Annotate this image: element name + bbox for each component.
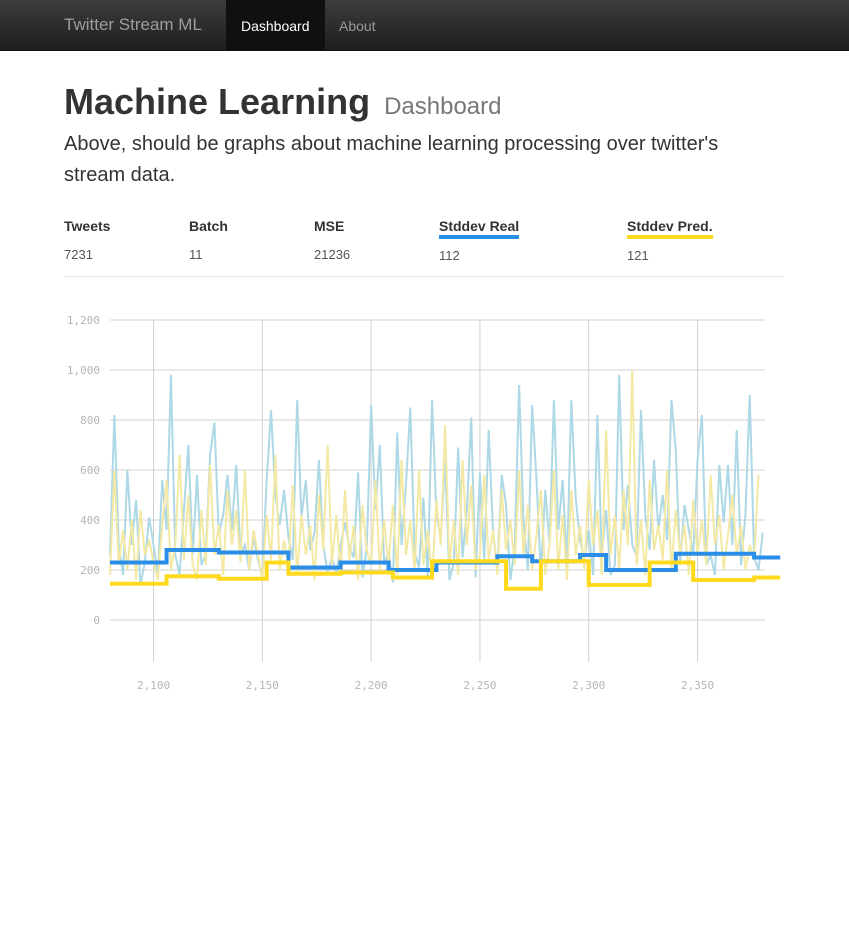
stat-label: Tweets xyxy=(64,218,111,234)
stat-value: 121 xyxy=(627,248,649,263)
x-tick-label: 2,100 xyxy=(137,679,170,692)
divider xyxy=(64,276,784,277)
brand[interactable]: Twitter Stream ML xyxy=(64,15,202,35)
x-tick-label: 2,200 xyxy=(355,679,388,692)
stat-tweets: Tweets 7231 xyxy=(64,218,110,262)
y-tick-label: 1,000 xyxy=(67,364,100,377)
x-tick-label: 2,150 xyxy=(246,679,279,692)
page-title: Machine Learning Dashboard xyxy=(64,81,502,123)
stat-stddev-pred: Stddev Pred. 121 xyxy=(627,218,713,263)
stat-label: Batch xyxy=(189,218,228,234)
page-title-text: Machine Learning xyxy=(64,81,371,122)
nav-item-dashboard[interactable]: Dashboard xyxy=(226,0,325,50)
series-line-3 xyxy=(110,559,781,591)
stat-batch: Batch 11 xyxy=(189,218,228,262)
stat-value: 21236 xyxy=(314,247,351,262)
line-chart: 0 200 400 600 800 1,000 1,200 2,100 2,150 2,200 2,… xyxy=(67,314,781,692)
lead-text: Above, should be graphs about machine le… xyxy=(64,133,719,186)
y-tick-label: 0 xyxy=(93,614,100,627)
y-tick-label: 400 xyxy=(80,514,100,527)
y-tick-label: 800 xyxy=(80,414,100,427)
stat-label: Stddev Real xyxy=(439,218,520,239)
x-tick-label: 2,350 xyxy=(681,679,714,692)
y-tick-label: 1,200 xyxy=(67,314,100,327)
nav-item-about[interactable]: About xyxy=(324,0,391,50)
y-tick-label: 600 xyxy=(80,464,100,477)
page-subtitle: Dashboard xyxy=(384,93,502,120)
stat-mse: MSE 21236 xyxy=(314,218,350,262)
y-tick-label: 200 xyxy=(80,564,100,577)
stat-stddev-real: Stddev Real 112 xyxy=(439,218,520,263)
x-tick-label: 2,300 xyxy=(572,679,605,692)
x-tick-label: 2,250 xyxy=(463,679,496,692)
stat-value: 11 xyxy=(189,247,203,262)
stat-label: MSE xyxy=(314,218,345,234)
series-line-0 xyxy=(109,374,764,586)
stat-label: Stddev Pred. xyxy=(627,218,713,239)
stat-value: 112 xyxy=(439,248,460,263)
navbar: Twitter Stream ML Dashboard About xyxy=(0,0,849,51)
stat-value: 7231 xyxy=(64,247,93,262)
